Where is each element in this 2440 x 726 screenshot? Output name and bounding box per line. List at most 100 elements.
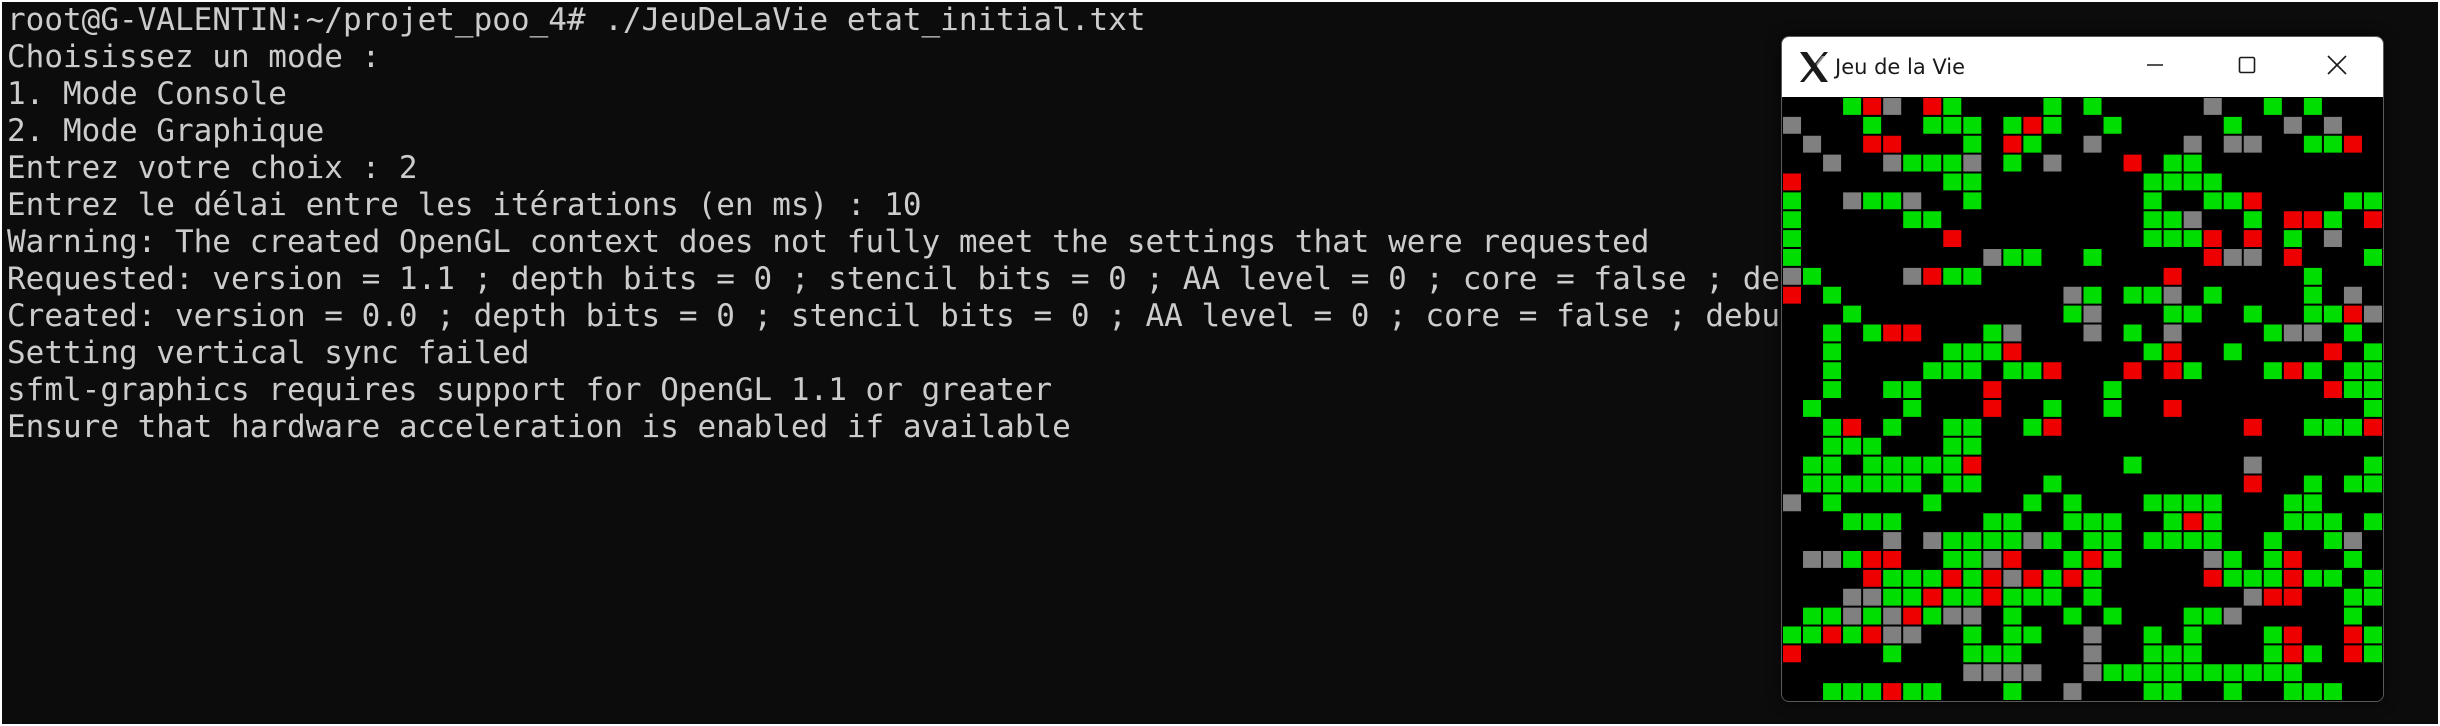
live-cell <box>2263 626 2282 644</box>
obstacle-cell <box>2323 116 2342 134</box>
dying-cell <box>2263 588 2282 606</box>
live-cell <box>2143 664 2162 682</box>
dying-cell <box>2083 551 2102 568</box>
maximize-button[interactable] <box>2201 37 2293 97</box>
live-cell <box>2123 324 2142 342</box>
obstacle-cell <box>1883 154 1902 172</box>
live-cell <box>1863 437 1882 455</box>
live-cell <box>2223 664 2242 682</box>
live-cell <box>2303 135 2322 153</box>
live-cell <box>2303 305 2322 323</box>
dying-cell <box>2163 343 2182 361</box>
dying-cell <box>2283 249 2302 266</box>
live-cell <box>2023 626 2042 644</box>
live-cell <box>1903 456 1922 474</box>
live-cell <box>2263 551 2282 568</box>
live-cell <box>2003 607 2022 625</box>
live-cell <box>2143 494 2162 512</box>
live-cell <box>2003 645 2022 663</box>
live-cell <box>1843 683 1862 701</box>
live-cell <box>1863 475 1882 493</box>
live-cell <box>2363 569 2382 587</box>
live-cell <box>2063 513 2082 531</box>
live-cell <box>2343 324 2362 342</box>
live-cell <box>2003 588 2022 606</box>
live-cell <box>2283 664 2302 682</box>
game-of-life-window[interactable]: Jeu de la Vie <box>1781 36 2384 702</box>
live-cell <box>1803 456 1822 474</box>
live-cell <box>1803 626 1822 644</box>
live-cell <box>2143 230 2162 248</box>
live-cell <box>2343 192 2362 210</box>
obstacle-cell <box>2003 569 2022 587</box>
obstacle-cell <box>2243 456 2262 474</box>
live-cell <box>2143 343 2162 361</box>
live-cell <box>1803 607 1822 625</box>
live-cell <box>1923 607 1942 625</box>
live-cell <box>2163 494 2182 512</box>
live-cell <box>1903 569 1922 587</box>
live-cell <box>2343 418 2362 436</box>
live-cell <box>1943 116 1962 134</box>
live-cell <box>2183 362 2202 380</box>
dying-cell <box>1903 324 1922 342</box>
live-cell <box>2203 532 2222 550</box>
live-cell <box>2023 249 2042 266</box>
live-cell <box>1963 551 1982 568</box>
live-cell <box>1863 513 1882 531</box>
live-cell <box>1823 362 1842 380</box>
dying-cell <box>2283 211 2302 229</box>
dying-cell <box>2243 230 2262 248</box>
minimize-button[interactable] <box>2109 37 2201 97</box>
live-cell <box>1963 173 1982 191</box>
obstacle-cell <box>1783 116 1802 134</box>
live-cell <box>2103 532 2122 550</box>
live-cell <box>2363 249 2382 266</box>
obstacle-cell <box>2023 532 2042 550</box>
obstacle-cell <box>2043 154 2062 172</box>
live-cell <box>2363 192 2382 210</box>
live-cell <box>1923 494 1942 512</box>
live-cell <box>1943 532 1962 550</box>
live-cell <box>2303 683 2322 701</box>
dying-cell <box>1923 98 1942 115</box>
close-button[interactable] <box>2291 37 2383 97</box>
obstacle-cell <box>2243 588 2262 606</box>
live-cell <box>1903 400 1922 417</box>
live-cell <box>1923 116 1942 134</box>
live-cell <box>2303 513 2322 531</box>
live-cell <box>2083 249 2102 266</box>
dying-cell <box>2003 135 2022 153</box>
obstacle-cell <box>1903 192 1922 210</box>
life-grid[interactable] <box>1782 97 2383 701</box>
obstacle-cell <box>1783 267 1802 285</box>
dying-cell <box>1863 135 1882 153</box>
obstacle-cell <box>2363 305 2382 323</box>
live-cell <box>2363 456 2382 474</box>
live-cell <box>2143 532 2162 550</box>
dying-cell <box>2003 551 2022 568</box>
dying-cell <box>1883 683 1902 701</box>
live-cell <box>2143 683 2162 701</box>
dying-cell <box>2343 645 2362 663</box>
dying-cell <box>2043 362 2062 380</box>
obstacle-cell <box>2183 211 2202 229</box>
live-cell <box>2163 683 2182 701</box>
live-cell <box>2203 664 2222 682</box>
live-cell <box>1923 456 1942 474</box>
dying-cell <box>2283 626 2302 644</box>
live-cell <box>2243 664 2262 682</box>
live-cell <box>2143 211 2162 229</box>
window-title-bar[interactable]: Jeu de la Vie <box>1782 37 2383 97</box>
dying-cell <box>2163 362 2182 380</box>
dying-cell <box>1983 569 2002 587</box>
dying-cell <box>1903 607 1922 625</box>
live-cell <box>1903 475 1922 493</box>
live-cell <box>1923 362 1942 380</box>
live-cell <box>1943 456 1962 474</box>
live-cell <box>2303 569 2322 587</box>
dying-cell <box>2283 551 2302 568</box>
dying-cell <box>1923 267 1942 285</box>
live-cell <box>1783 211 1802 229</box>
x11-logo-icon <box>1797 50 1831 84</box>
